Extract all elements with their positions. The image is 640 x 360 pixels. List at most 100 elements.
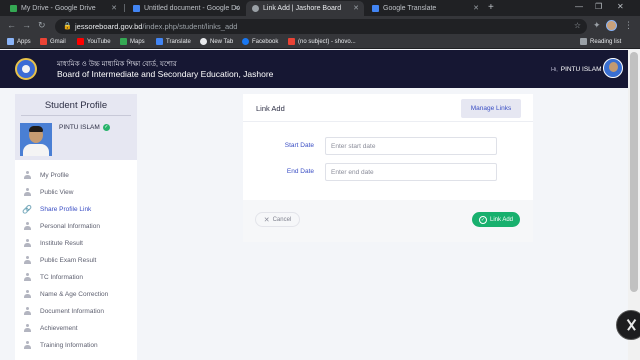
- close-tab-icon[interactable]: ✕: [353, 4, 359, 12]
- address-bar[interactable]: 🔒 jessoreboard.gov.bd/index.php/student/…: [55, 19, 587, 34]
- gmail-icon: [40, 38, 47, 45]
- back-icon[interactable]: ←: [7, 20, 16, 30]
- forward-icon[interactable]: →: [22, 20, 31, 30]
- header-user-name: PINTU ISLAM: [560, 66, 602, 73]
- link-icon: 🔗: [22, 204, 32, 214]
- manage-links-button[interactable]: Manage Links: [461, 99, 521, 118]
- cancel-button[interactable]: ✕ Cancel: [255, 212, 300, 227]
- person-icon: [23, 256, 31, 264]
- person-icon: [23, 188, 31, 196]
- bookmark-label: New Tab: [210, 38, 234, 45]
- bookmark-label: Apps: [17, 38, 31, 45]
- close-window-icon[interactable]: ✕: [617, 2, 624, 11]
- sidebar-item-personal-information[interactable]: Personal Information: [15, 218, 137, 234]
- bookmark-maps[interactable]: Maps: [120, 38, 145, 45]
- sidebar-item-label: TC Information: [40, 273, 83, 281]
- sidebar-item-label: My Profile: [40, 171, 69, 179]
- bookmark-label: Gmail: [50, 38, 66, 45]
- sidebar-item-training-information[interactable]: Training Information: [15, 337, 137, 353]
- user-greeting[interactable]: Hi, PINTU ISLAM: [551, 66, 602, 73]
- person-icon: [23, 341, 31, 349]
- extensions-icon[interactable]: ✦: [593, 20, 601, 31]
- new-tab-button[interactable]: +: [488, 2, 494, 13]
- translate-icon: [156, 38, 163, 45]
- browser-menu-icon[interactable]: ⋮: [624, 20, 633, 31]
- bookmark-new-tab[interactable]: New Tab: [200, 38, 233, 45]
- tab-title: Untitled document - Google Do: [144, 5, 241, 12]
- reading-list-icon: [580, 38, 587, 45]
- person-icon: [23, 222, 31, 230]
- bookmark-star-icon[interactable]: ☆: [574, 21, 581, 30]
- browser-tab-link-add[interactable]: Link Add | Jashore Board ✕: [246, 1, 364, 16]
- browser-tab-translate[interactable]: Google Translate ✕: [366, 1, 484, 16]
- close-tab-icon[interactable]: ✕: [473, 4, 479, 12]
- sidebar-item-document-information[interactable]: Document Information: [15, 303, 137, 319]
- person-icon: [23, 307, 31, 315]
- facebook-icon: [242, 38, 249, 45]
- youtube-icon: [77, 38, 84, 45]
- gmail-icon: [288, 38, 295, 45]
- maximize-icon[interactable]: ❐: [595, 2, 602, 11]
- bookmark-gmail-message[interactable]: (no subject) - shovo...: [288, 38, 356, 45]
- bookmarks-bar: Apps Gmail YouTube Maps Translate New Ta…: [0, 36, 640, 49]
- browser-tabstrip: My Drive - Google Drive ✕ Untitled docum…: [0, 0, 640, 16]
- student-photo: [20, 123, 52, 156]
- reload-icon[interactable]: ↻: [38, 20, 46, 31]
- bookmark-apps[interactable]: Apps: [7, 38, 31, 45]
- sidebar-item-share-profile-link[interactable]: 🔗 Share Profile Link: [15, 201, 137, 217]
- browser-tab-docs[interactable]: Untitled document - Google Do ✕: [127, 1, 245, 16]
- url-text: jessoreboard.gov.bd/index.php/student/li…: [75, 22, 237, 31]
- cancel-label: Cancel: [272, 216, 292, 223]
- student-name: PINTU ISLAM ✓: [59, 124, 110, 131]
- sidebar-item-my-profile[interactable]: My Profile: [15, 167, 137, 183]
- bookmark-label: Facebook: [252, 38, 279, 45]
- person-icon: [23, 324, 31, 332]
- bookmark-gmail[interactable]: Gmail: [40, 38, 66, 45]
- sidebar-item-achievement[interactable]: Achievement: [15, 320, 137, 336]
- photo-shirt: [23, 144, 49, 156]
- end-date-label: End Date: [286, 168, 314, 175]
- close-tab-icon[interactable]: ✕: [234, 4, 240, 12]
- bookmark-label: YouTube: [87, 38, 111, 45]
- sidebar-item-tc-information[interactable]: TC Information: [15, 269, 137, 285]
- sidebar-item-label: Document Information: [40, 307, 104, 315]
- drive-icon: [10, 5, 17, 12]
- card-footer: ✕ Cancel ✓ Link Add: [243, 200, 533, 242]
- start-date-input[interactable]: [325, 137, 497, 155]
- sidebar-item-institute-result[interactable]: Institute Result: [15, 235, 137, 251]
- browser-tab-drive[interactable]: My Drive - Google Drive ✕: [4, 1, 122, 16]
- scrollbar-thumb[interactable]: [630, 52, 638, 292]
- tab-title: Link Add | Jashore Board: [263, 5, 342, 12]
- tab-title: My Drive - Google Drive: [21, 5, 96, 12]
- lock-icon[interactable]: 🔒: [63, 22, 72, 30]
- bookmark-label: Maps: [130, 38, 145, 45]
- sidebar-title: Student Profile: [44, 100, 108, 111]
- docs-icon: [133, 5, 140, 12]
- reading-list[interactable]: Reading list: [580, 38, 621, 45]
- bookmark-label: Translate: [166, 38, 191, 45]
- person-icon: [23, 171, 31, 179]
- greeting-text: Hi,: [551, 67, 558, 73]
- sidebar-item-public-view[interactable]: Public View: [15, 184, 137, 200]
- person-icon: [23, 290, 31, 298]
- sidebar-item-name-age-correction[interactable]: Name & Age Correction: [15, 286, 137, 302]
- link-add-submit-button[interactable]: ✓ Link Add: [472, 212, 520, 227]
- bookmark-translate[interactable]: Translate: [156, 38, 191, 45]
- bookmark-youtube[interactable]: YouTube: [77, 38, 111, 45]
- minimize-icon[interactable]: —: [575, 2, 583, 11]
- url-host: jessoreboard.gov.bd: [75, 22, 143, 31]
- sidebar-item-public-exam-result[interactable]: Public Exam Result: [15, 252, 137, 268]
- board-logo[interactable]: [15, 58, 37, 80]
- link-add-card: Link Add Manage Links Start Date End Dat…: [243, 94, 533, 242]
- bookmark-facebook[interactable]: Facebook: [242, 38, 278, 45]
- apps-grid-icon: [7, 38, 14, 45]
- tab-title: Google Translate: [383, 5, 437, 12]
- end-date-input[interactable]: [325, 163, 497, 181]
- tab-separator: [124, 4, 125, 12]
- sidebar-item-label: Public Exam Result: [40, 256, 97, 264]
- check-circle-icon: ✓: [478, 215, 487, 224]
- browser-profile-avatar[interactable]: [606, 20, 617, 31]
- floating-close-button[interactable]: [616, 310, 640, 340]
- header-avatar[interactable]: [603, 58, 623, 78]
- close-tab-icon[interactable]: ✕: [111, 4, 117, 12]
